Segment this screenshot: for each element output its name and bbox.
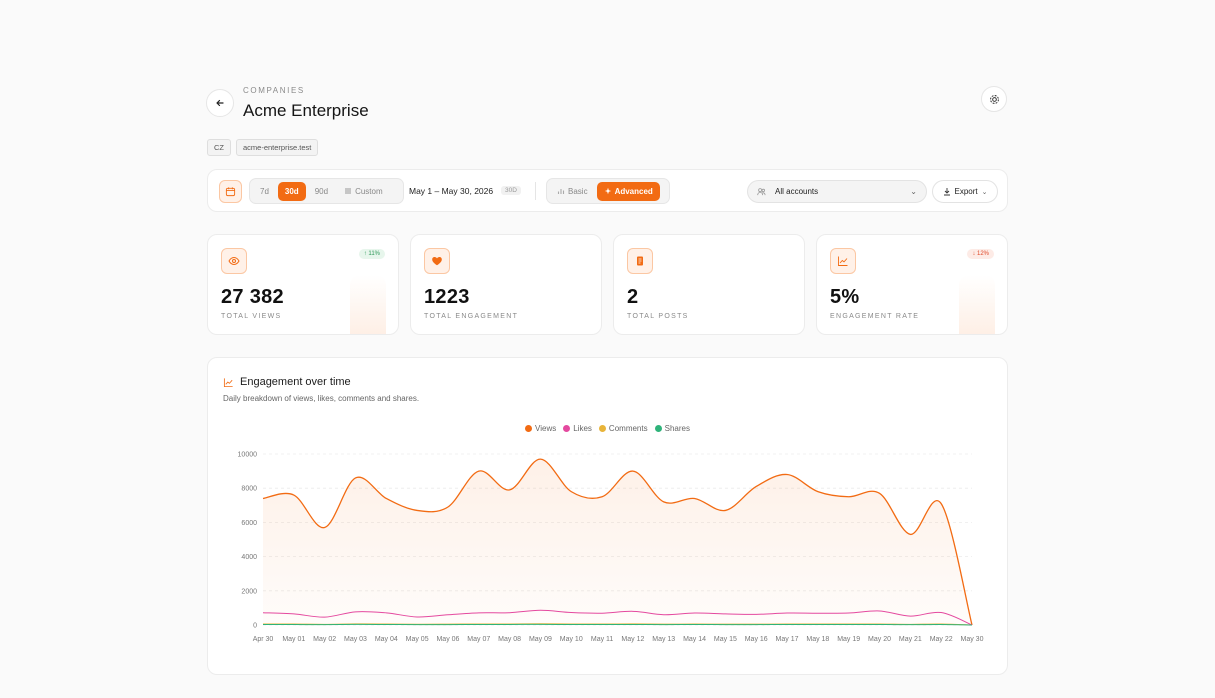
card-decoration xyxy=(959,275,995,334)
range-custom-button[interactable]: Custom xyxy=(337,182,390,201)
x-tick-label: May 02 xyxy=(313,636,336,643)
engagement-line-chart: 0 2000 4000 6000 8000 10000 Apr 30 May 01 May 02… xyxy=(238,452,984,644)
stat-card-views: ↑ 11% 27 382 TOTAL VIEWS xyxy=(207,234,399,335)
calendar-icon xyxy=(225,187,236,197)
users-icon xyxy=(757,188,766,196)
x-tick-label: May 21 xyxy=(899,636,922,643)
trend-badge: ↑ 11% xyxy=(358,249,385,259)
mode-basic-button[interactable]: Basic xyxy=(550,182,595,201)
x-tick-label: May 18 xyxy=(806,636,829,643)
stat-label: TOTAL ENGAGEMENT xyxy=(424,313,519,320)
breadcrumb[interactable]: COMPANIES xyxy=(243,86,305,95)
engagement-chart-card: Engagement over time Daily breakdown of … xyxy=(207,357,1008,675)
mode-advanced-button[interactable]: Advanced xyxy=(596,181,660,201)
heart-icon xyxy=(424,248,450,274)
stat-label: TOTAL VIEWS xyxy=(221,313,282,320)
stat-card-posts: 2 TOTAL POSTS xyxy=(613,234,805,335)
date-range-badge: 30D xyxy=(501,186,521,195)
calendar-button[interactable] xyxy=(219,180,242,203)
range-30d-button[interactable]: 30d xyxy=(277,181,306,201)
x-tick-label: May 13 xyxy=(652,636,675,643)
x-tick-label: May 12 xyxy=(621,636,644,643)
mode-segmented: Basic Advanced xyxy=(546,178,670,204)
y-tick-label: 6000 xyxy=(241,520,257,527)
x-tick-label: May 08 xyxy=(498,636,521,643)
eye-icon xyxy=(221,248,247,274)
y-tick-label: 2000 xyxy=(241,588,257,595)
x-tick-label: May 01 xyxy=(282,636,305,643)
x-tick-label: May 20 xyxy=(868,636,891,643)
y-tick-label: 4000 xyxy=(241,554,257,561)
gear-icon xyxy=(989,94,999,104)
filter-toolbar: 7d 30d 90d Custom May 1 – May 30, 2026 3… xyxy=(207,169,1008,212)
x-tick-label: May 15 xyxy=(714,636,737,643)
settings-button[interactable] xyxy=(981,86,1007,112)
company-tags: CZ acme-enterprise.test xyxy=(207,139,319,156)
range-custom-label: Custom xyxy=(355,186,383,196)
mode-basic-label: Basic xyxy=(568,186,588,196)
x-tick-label: May 07 xyxy=(467,636,490,643)
series-line-shares xyxy=(262,623,973,626)
toolbar-divider xyxy=(535,182,536,200)
stat-card-rate: ↓ 12% 5% ENGAGEMENT RATE xyxy=(816,234,1008,335)
accounts-select[interactable]: All accounts ⌄ xyxy=(747,180,927,203)
trend-icon xyxy=(830,248,856,274)
x-tick-label: May 17 xyxy=(776,636,799,643)
x-tick-label: Apr 30 xyxy=(253,636,274,643)
export-button[interactable]: Export ⌄ xyxy=(932,180,998,203)
mode-advanced-label: Advanced xyxy=(614,186,653,196)
sliders-icon xyxy=(345,188,352,194)
accounts-select-value: All accounts xyxy=(775,187,819,196)
x-tick-label: May 11 xyxy=(591,636,614,643)
stat-value: 2 xyxy=(627,286,639,308)
date-range-text: May 1 – May 30, 2026 xyxy=(409,186,494,196)
sparkle-icon xyxy=(604,187,611,195)
trend-badge: ↓ 12% xyxy=(967,249,994,259)
card-decoration xyxy=(350,275,386,334)
stat-value: 1223 xyxy=(424,286,470,308)
x-tick-label: May 22 xyxy=(930,636,953,643)
stat-card-engagement: 1223 TOTAL ENGAGEMENT xyxy=(410,234,602,335)
document-icon xyxy=(627,248,653,274)
x-tick-label: May 30 xyxy=(961,636,984,643)
date-range-segmented: 7d 30d 90d Custom xyxy=(249,178,404,204)
arrow-left-icon xyxy=(216,99,224,107)
x-tick-label: May 16 xyxy=(745,636,768,643)
y-tick-label: 0 xyxy=(253,623,257,630)
chevron-down-icon: ⌄ xyxy=(981,188,988,196)
bar-chart-icon xyxy=(557,189,565,194)
range-90d-button[interactable]: 90d xyxy=(308,182,335,201)
x-tick-label: May 05 xyxy=(406,636,429,643)
x-tick-label: May 09 xyxy=(529,636,552,643)
stat-label: ENGAGEMENT RATE xyxy=(830,313,920,320)
range-7d-button[interactable]: 7d xyxy=(253,182,276,201)
tag-domain: acme-enterprise.test xyxy=(236,139,319,156)
export-label: Export xyxy=(954,187,978,196)
stat-value: 5% xyxy=(830,286,860,308)
x-tick-label: May 14 xyxy=(683,636,706,643)
chevron-down-icon: ⌄ xyxy=(910,187,917,196)
page-title: Acme Enterprise xyxy=(243,101,369,120)
series-area-views xyxy=(263,459,972,625)
x-tick-label: May 06 xyxy=(436,636,459,643)
tag-country: CZ xyxy=(207,139,231,156)
stat-value: 27 382 xyxy=(221,286,284,308)
x-tick-label: May 04 xyxy=(375,636,398,643)
y-tick-label: 8000 xyxy=(241,486,257,493)
x-tick-label: May 03 xyxy=(344,636,367,643)
x-tick-label: May 10 xyxy=(560,636,583,643)
download-icon xyxy=(943,188,950,196)
y-tick-label: 10000 xyxy=(238,452,258,459)
x-tick-label: May 19 xyxy=(837,636,860,643)
back-button[interactable] xyxy=(206,89,234,117)
stat-label: TOTAL POSTS xyxy=(627,313,689,320)
